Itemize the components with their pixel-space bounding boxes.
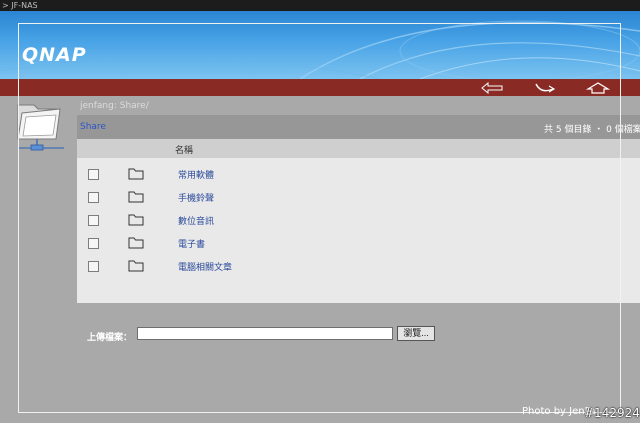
banner-swirl-decoration	[0, 20, 640, 79]
breadcrumb: jenfang: Share/	[80, 101, 149, 111]
folder-name-link[interactable]: 常用軟體	[178, 168, 214, 181]
folder-icon[interactable]	[128, 167, 144, 180]
table-row: 常用軟體	[77, 164, 640, 186]
share-bar: Share 共 5 個目錄 ・ 0 個檔案	[77, 115, 640, 139]
folder-name-link[interactable]: 手機鈴聲	[178, 191, 214, 204]
header-banner: QNAP	[0, 11, 640, 79]
refresh-button[interactable]	[531, 79, 559, 96]
left-arrow-icon	[481, 81, 503, 94]
table-row: 電子書	[77, 233, 640, 255]
folder-icon[interactable]	[128, 213, 144, 226]
table-header: 名稱	[77, 139, 640, 158]
back-button[interactable]	[478, 79, 506, 96]
table-row: 數位音訊	[77, 210, 640, 232]
folder-name-link[interactable]: 電子書	[178, 237, 205, 250]
nas-web-frame: QNAP jenfang: Share/ Share 共 5 個目錄 ・ 0 個…	[0, 11, 640, 423]
window-title-bar: > JF-NAS	[0, 0, 640, 11]
return-icon	[535, 83, 556, 93]
home-icon	[586, 81, 610, 94]
nav-toolbar	[0, 79, 640, 96]
directory-summary: 共 5 個目錄 ・ 0 個檔案	[544, 125, 640, 135]
folder-icon[interactable]	[128, 236, 144, 249]
upload-label: 上傳檔案：	[87, 333, 133, 343]
table-row: 手機鈴聲	[77, 187, 640, 209]
column-header-name[interactable]: 名稱	[175, 143, 193, 156]
table-row: 電腦相關文章	[77, 256, 640, 278]
network-folder-icon	[17, 104, 64, 151]
share-link[interactable]: Share	[80, 122, 106, 132]
row-checkbox[interactable]	[88, 169, 99, 180]
folder-icon[interactable]	[128, 259, 144, 272]
image-watermark: #142924	[584, 406, 640, 420]
row-checkbox[interactable]	[88, 238, 99, 249]
qnap-logo: QNAP	[22, 44, 87, 66]
folder-name-link[interactable]: 數位音訊	[178, 214, 214, 227]
home-button[interactable]	[584, 79, 612, 96]
browse-button[interactable]: 瀏覽...	[397, 326, 435, 341]
folder-name-link[interactable]: 電腦相關文章	[178, 260, 232, 273]
folder-icon[interactable]	[128, 190, 144, 203]
file-list-panel: Share 共 5 個目錄 ・ 0 個檔案 名稱 常用軟體 手機鈴聲 數位音訊 …	[77, 115, 640, 303]
row-checkbox[interactable]	[88, 192, 99, 203]
row-checkbox[interactable]	[88, 261, 99, 272]
row-checkbox[interactable]	[88, 215, 99, 226]
window-title: > JF-NAS	[2, 1, 38, 10]
upload-file-field[interactable]	[137, 327, 393, 340]
